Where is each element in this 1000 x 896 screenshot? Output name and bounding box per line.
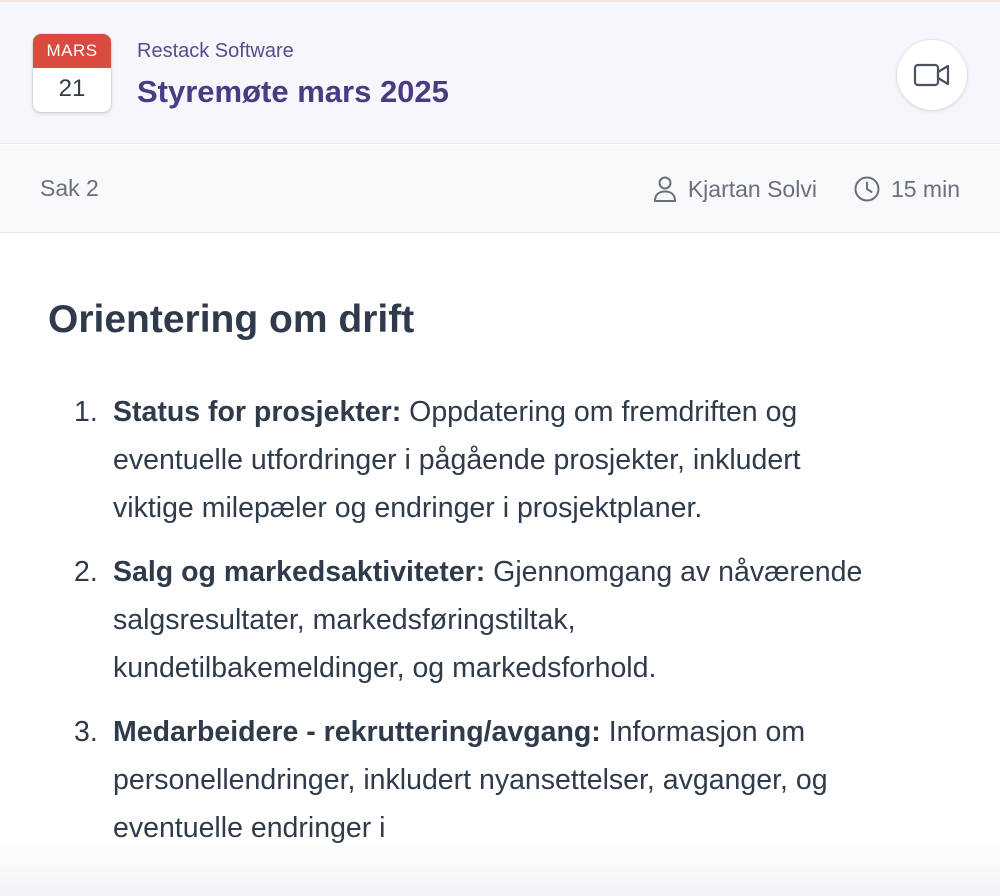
list-item: 3. Medarbeidere - rekruttering/avgang: I… xyxy=(0,708,1000,852)
list-item-title: Salg og markedsaktiviteter: xyxy=(113,556,486,588)
list-item-title: Status for prosjekter: xyxy=(113,396,402,428)
agenda-item-heading: Orientering om drift xyxy=(48,298,415,341)
calendar-day: 21 xyxy=(58,75,86,102)
agenda-item-content: Orientering om drift 1. Status for prosj… xyxy=(0,234,1000,896)
video-camera-icon xyxy=(913,63,950,87)
list-item: 1. Status for prosjekter: Oppdatering om… xyxy=(0,388,1000,532)
calendar-month: MARS xyxy=(33,34,111,68)
video-call-button[interactable] xyxy=(897,40,967,110)
meeting-title: Styremøte mars 2025 xyxy=(137,74,449,109)
list-item-number: 3. xyxy=(74,716,98,748)
agenda-item-meta: Kjartan Solvi 15 min xyxy=(652,171,960,207)
agenda-item-label: Sak 2 xyxy=(40,175,99,201)
calendar-date-badge: MARS 21 xyxy=(33,34,111,112)
organization-name: Restack Software xyxy=(137,40,294,62)
list-item-title: Medarbeidere - rekruttering/avgang: xyxy=(113,716,601,748)
list-item-number: 2. xyxy=(74,556,98,588)
meeting-header: MARS 21 Restack Software Styremøte mars … xyxy=(0,2,1000,144)
presenter-name: Kjartan Solvi xyxy=(687,175,817,202)
agenda-item-list: 1. Status for prosjekter: Oppdatering om… xyxy=(0,388,1000,868)
agenda-item-bar: Sak 2 Kjartan Solvi 15 min xyxy=(0,145,1000,233)
clock-icon xyxy=(854,176,880,202)
list-item-number: 1. xyxy=(74,396,98,428)
duration: 15 min xyxy=(890,175,960,202)
list-item: 2. Salg og markedsaktiviteter: Gjennomga… xyxy=(0,548,1000,692)
user-icon xyxy=(653,176,676,202)
